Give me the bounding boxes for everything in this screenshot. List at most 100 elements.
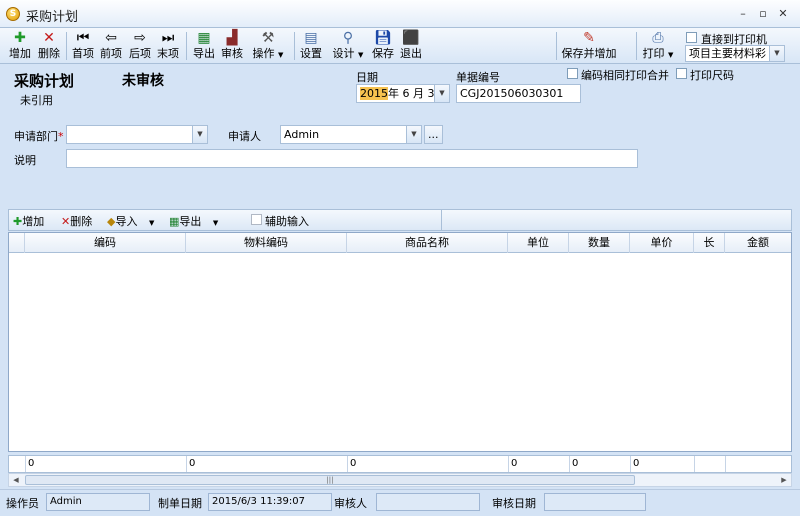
print-template-select[interactable]: 项目主要材料彩 ▼ (685, 45, 785, 62)
total-cell (694, 456, 725, 472)
toolbar-separator (186, 32, 187, 60)
x-icon: ✕ (61, 215, 71, 228)
last-button[interactable]: ⏭ 末项 (154, 30, 182, 63)
browse-button[interactable]: ... (424, 125, 443, 144)
dropdown-arrow-icon: ▼ (278, 51, 284, 59)
docno-field[interactable]: CGJ201506030301 (456, 84, 581, 103)
column-header[interactable]: 数量 (569, 233, 630, 253)
dropdown-arrow-icon: ▼ (358, 51, 364, 59)
first-record-icon: ⏮ (76, 30, 90, 46)
chevron-down-icon[interactable]: ▼ (406, 126, 421, 143)
auditor-value (376, 493, 480, 511)
auditor-label: 审核人 (334, 497, 367, 510)
column-header[interactable]: 物料编码 (186, 233, 347, 253)
settings-icon: ▤ (304, 30, 318, 46)
column-header[interactable]: 单位 (508, 233, 569, 253)
plus-icon: ✚ (13, 215, 23, 228)
excel-icon: ▦ (197, 30, 211, 46)
date-label: 日期 (356, 71, 378, 84)
applicant-select[interactable]: Admin (280, 125, 422, 144)
toolbar-separator (66, 32, 67, 60)
print-size-checkbox[interactable]: 打印尺码 (676, 67, 740, 82)
toolbar-separator (294, 32, 295, 60)
column-header[interactable]: 商品名称 (347, 233, 508, 253)
status-bar: 操作员 Admin 制单日期 2015/6/3 11:39:07 审核人 审核日… (0, 489, 800, 516)
minimize-button[interactable]: – (734, 6, 752, 22)
reference-status: 未引用 (20, 94, 53, 107)
operator-label: 操作员 (6, 497, 39, 510)
direct-print-checkbox[interactable]: 直接到打印机 (686, 31, 796, 46)
exit-button[interactable]: ⬛ 退出 (397, 30, 425, 63)
prev-button[interactable]: ⇦ 前项 (97, 30, 125, 63)
toolbar-separator (636, 32, 637, 60)
operator-value: Admin (46, 493, 150, 511)
add-button[interactable]: ✚ 增加 (6, 30, 34, 63)
toolbar: ✚ 增加 ✕ 删除 ⏮ 首项 ⇦ 前项 ⇨ 后项 ⏭ 末项 ▦ 导出 ▟ 审核 … (0, 28, 800, 64)
horizontal-scrollbar[interactable]: ◀ ||| ▶ (8, 473, 792, 487)
next-button[interactable]: ⇨ 后项 (126, 30, 154, 63)
excel-icon: ▦ (169, 215, 180, 228)
applicant-label: 申请人 (228, 130, 261, 143)
total-cell: 0 (508, 456, 569, 472)
detail-delete-button[interactable]: ✕删除 (61, 213, 92, 229)
paperclip-icon: ⚲ (342, 30, 354, 46)
grid-header: 编码 物料编码 商品名称 单位 数量 单价 长 金额 (9, 233, 791, 253)
scroll-right-icon[interactable]: ▶ (777, 474, 791, 486)
operate-button[interactable]: ⚒ 操作 ▼ (250, 30, 286, 63)
maximize-button[interactable]: ▫ (754, 6, 772, 22)
x-icon: ✕ (43, 30, 55, 46)
audit-date-label: 审核日期 (492, 497, 536, 510)
window-title: 采购计划 (26, 10, 79, 25)
toolbar-separator (556, 32, 557, 60)
save-and-add-button[interactable]: ✎ 保存并增加 (560, 30, 618, 63)
printer-icon: ⎙ (652, 30, 664, 46)
arrow-right-icon: ⇨ (134, 30, 146, 46)
export-button[interactable]: ▦ 导出 (190, 30, 218, 63)
audit-button[interactable]: ▟ 审核 (218, 30, 246, 63)
status-badge: 未审核 (122, 73, 164, 89)
created-date-value: 2015/6/3 11:39:07 (208, 493, 332, 511)
detail-toolbar: ✚增加 ✕删除 ◆导入 ▼ ▦导出 ▼ 辅助输入 (8, 209, 792, 231)
app-icon: S (6, 7, 20, 21)
delete-button[interactable]: ✕ 删除 (35, 30, 63, 63)
dropdown-arrow-icon: ▼ (212, 219, 219, 227)
detail-import-button[interactable]: ◆导入 ▼ (107, 213, 154, 229)
total-cell: 0 (569, 456, 630, 472)
checkbox-icon (567, 68, 578, 79)
toolbar-separator (441, 210, 442, 230)
total-cell: 0 (347, 456, 508, 472)
exit-door-icon: ⬛ (402, 30, 420, 46)
settings-button[interactable]: ▤ 设置 (297, 30, 325, 63)
dept-label: 申请部门* (14, 130, 64, 143)
form-title: 采购计划 (14, 72, 75, 90)
audit-date-value (544, 493, 646, 511)
column-header[interactable]: 长 (694, 233, 725, 253)
detail-add-button[interactable]: ✚增加 (13, 213, 44, 229)
close-button[interactable]: ✕ (774, 6, 792, 22)
scrollbar-thumb[interactable]: ||| (25, 475, 635, 485)
column-header[interactable]: 金额 (725, 233, 791, 253)
save-button[interactable]: 💾︎ 保存 (369, 30, 397, 63)
created-date-label: 制单日期 (158, 497, 202, 510)
detail-export-button[interactable]: ▦导出 ▼ (169, 213, 218, 229)
checkbox-icon (686, 32, 697, 43)
detail-grid[interactable]: 编码 物料编码 商品名称 单位 数量 单价 长 金额 (8, 232, 792, 452)
first-button[interactable]: ⏮ 首项 (69, 30, 97, 63)
arrow-left-icon: ⇦ (105, 30, 117, 46)
title-bar: S 采购计划 – ▫ ✕ (0, 0, 800, 28)
scroll-left-icon[interactable]: ◀ (9, 474, 23, 486)
date-picker[interactable]: 2015年 6 月 3 日 ▼ (356, 84, 450, 103)
print-button[interactable]: ⎙ 打印 ▼ (640, 30, 676, 63)
note-field[interactable] (66, 149, 638, 168)
column-header[interactable]: 单价 (630, 233, 694, 253)
design-button[interactable]: ⚲ 设计 ▼ (330, 30, 366, 63)
dropdown-arrow-icon: ▼ (668, 51, 674, 59)
merge-print-checkbox[interactable]: 编码相同打印合并 (567, 67, 679, 82)
chevron-down-icon: ▼ (434, 85, 449, 102)
assist-input-checkbox[interactable]: 辅助输入 (251, 213, 331, 228)
chevron-down-icon: ▼ (769, 46, 784, 61)
total-cell: 0 (25, 456, 186, 472)
chevron-down-icon[interactable]: ▼ (192, 126, 207, 143)
column-header[interactable]: 编码 (25, 233, 186, 253)
dept-select[interactable] (66, 125, 208, 144)
